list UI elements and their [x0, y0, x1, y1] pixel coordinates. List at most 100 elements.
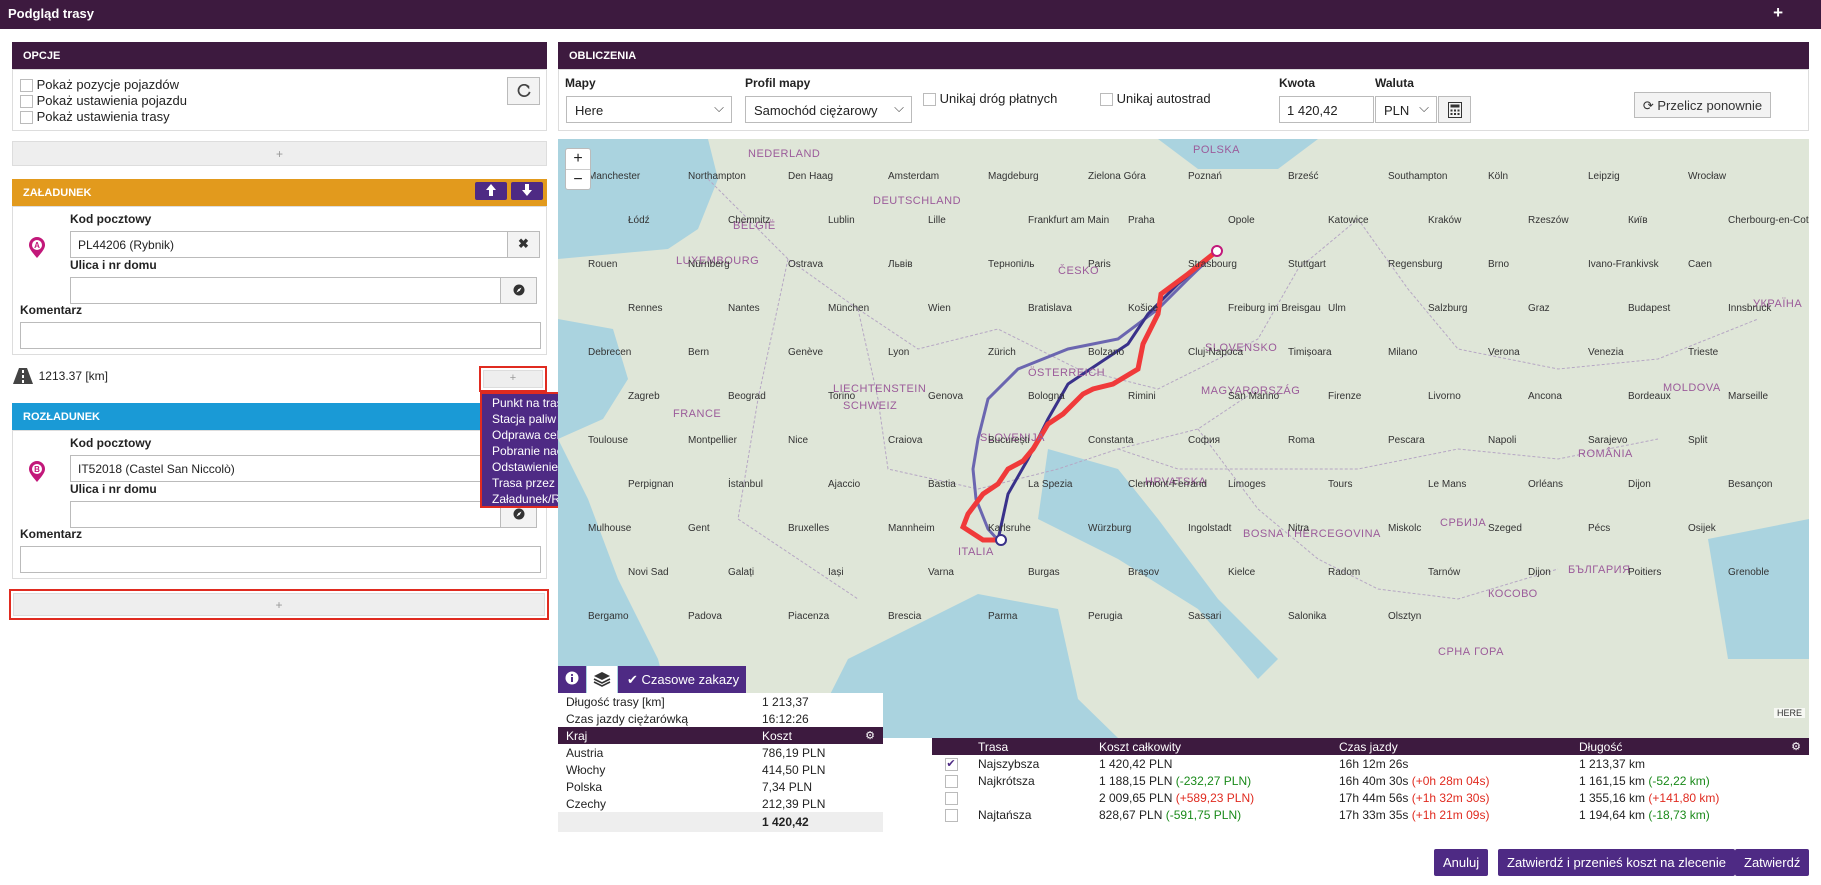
city-label: Ingolstadt: [1188, 523, 1232, 534]
confirm-button[interactable]: Zatwierdź: [1735, 849, 1810, 876]
move-up-button[interactable]: [475, 182, 507, 200]
city-label: Beograd: [728, 391, 766, 402]
street-input[interactable]: [70, 501, 514, 528]
city-label: Gent: [688, 523, 710, 534]
time-restrictions-tab[interactable]: ✔ Czasowe zakazy: [618, 666, 746, 693]
currency-select[interactable]: PLN ⌵: [1375, 96, 1437, 123]
cancel-button[interactable]: Anuluj: [1434, 849, 1489, 876]
route-row[interactable]: ✔ Najszybsza 1 420,42 PLN 16h 12m 26s 1 21…: [932, 755, 1809, 772]
city-label: Orléans: [1528, 479, 1563, 490]
maps-select[interactable]: Here ⌵: [566, 96, 732, 123]
city-label: Frankfurt am Main: [1028, 215, 1109, 226]
option-vehicle-settings[interactable]: Pokaż ustawienia pojazdu: [20, 93, 187, 109]
table-row: Włochy 414,50 PLN: [566, 762, 826, 777]
city-label: Bern: [688, 347, 709, 358]
city-label: San Marino: [1228, 391, 1280, 402]
comment-input[interactable]: [20, 322, 541, 349]
postal-input[interactable]: IT52018 (Castel San Niccolò): [70, 455, 519, 482]
checkbox[interactable]: [923, 93, 936, 107]
checkbox[interactable]: [20, 95, 33, 109]
city-label: Toulouse: [588, 435, 628, 446]
route-summary: Długość trasy [km] 1 213,37 Czas jazdy ci…: [558, 693, 883, 837]
option-route-settings[interactable]: Pokaż ustawienia trasy: [20, 109, 187, 125]
map-canvas[interactable]: NEDERLANDDEUTSCHLANDPOLSKABELGIËLUXEMBOU…: [558, 139, 1809, 738]
option-vehicle-positions[interactable]: Pokaż pozycje pojazdów: [20, 77, 187, 93]
info-tab[interactable]: [558, 666, 586, 693]
layers-icon: [593, 672, 611, 687]
route-length: 1 161,15 km (-52,22 km): [1579, 773, 1710, 788]
page-title: Podgląd trasy: [8, 6, 94, 21]
recalculate-button[interactable]: ⟳ Przelicz ponownie: [1634, 92, 1771, 118]
city-label: Bordeaux: [1628, 391, 1671, 402]
amount-input[interactable]: 1 420,42: [1279, 96, 1374, 123]
city-label: Köln: [1488, 171, 1508, 182]
comment-input[interactable]: [20, 546, 541, 573]
unloading-title: ROZŁADUNEK: [23, 411, 100, 423]
confirm-transfer-button[interactable]: Zatwierdź i przenieś koszt na zlecenie: [1498, 849, 1735, 876]
route-row[interactable]: 2 009,65 PLN (+589,23 PLN) 17h 44m 56s (+…: [932, 789, 1809, 806]
city-label: Nürnberg: [688, 259, 730, 270]
city-label: Stuttgart: [1288, 259, 1326, 270]
city-label: Zagreb: [628, 391, 660, 402]
gear-icon[interactable]: ⚙: [1791, 740, 1801, 753]
zoom-out-button[interactable]: −: [566, 169, 590, 190]
avoid-tolls-option[interactable]: Unikaj dróg płatnych: [923, 91, 1057, 107]
city-label: Livorno: [1428, 391, 1461, 402]
end-marker[interactable]: [995, 534, 1007, 546]
city-label: Graz: [1528, 303, 1550, 314]
city-label: Marseille: [1728, 391, 1768, 402]
gear-icon[interactable]: ⚙: [865, 729, 875, 742]
length-col-header: Długość ⚙: [1579, 739, 1801, 754]
checkbox[interactable]: [20, 79, 33, 93]
refresh-button[interactable]: [507, 77, 540, 105]
compass-icon: [513, 508, 524, 520]
locate-button[interactable]: [500, 277, 537, 304]
city-label: Ivano-Frankivsk: [1588, 259, 1660, 270]
route-map[interactable]: NEDERLAND DEUTSCHLAND POLSKA BELGIË LUXEMBOU…: [558, 139, 1809, 738]
start-marker[interactable]: [1211, 245, 1223, 257]
route-checkbox[interactable]: [944, 791, 958, 805]
profile-select[interactable]: Samochód ciężarowy ⌵: [745, 96, 912, 123]
english-channel: [558, 319, 628, 439]
move-down-button[interactable]: [511, 182, 543, 200]
city-label: Bolzano: [1088, 347, 1125, 358]
city-label: București: [988, 435, 1030, 446]
postal-label: Kod pocztowy: [70, 212, 152, 226]
city-label: Pescara: [1388, 435, 1425, 446]
add-section-button[interactable]: +: [12, 141, 547, 166]
city-label: Padova: [688, 611, 722, 622]
checkbox[interactable]: [20, 111, 33, 125]
route-row[interactable]: Najtańsza 828,67 PLN (-591,75 PLN) 17h 33m…: [932, 806, 1809, 823]
city-label: Innsbruck: [1728, 303, 1772, 314]
calculator-button[interactable]: [1438, 96, 1471, 123]
avoid-highways-option[interactable]: Unikaj autostrad: [1100, 91, 1211, 107]
city-label: Rouen: [588, 259, 617, 270]
street-input[interactable]: [70, 277, 514, 304]
city-label: Opole: [1228, 215, 1255, 226]
time-label: Czas jazdy ciężarówką: [566, 711, 689, 726]
clear-postal-button[interactable]: ✖: [507, 231, 540, 258]
checkbox[interactable]: [1100, 93, 1113, 107]
city-label: Wrocław: [1688, 171, 1727, 182]
route-checkbox[interactable]: [944, 808, 958, 822]
city-label: Caen: [1688, 259, 1712, 270]
postal-input[interactable]: PL44206 (Rybnik): [70, 231, 519, 258]
route-row[interactable]: Najkrótsza 1 188,15 PLN (-232,27 PLN) 16h …: [932, 772, 1809, 789]
city-label: Torino: [828, 391, 856, 402]
city-label: Bastia: [928, 479, 956, 490]
maps-label: Mapy: [565, 76, 596, 90]
city-label: Львів: [888, 259, 913, 270]
country-label: ITALIA: [958, 546, 994, 558]
add-waypoint-button[interactable]: +: [483, 370, 543, 388]
city-label: Praha: [1128, 215, 1155, 226]
zoom-in-button[interactable]: +: [566, 149, 590, 169]
expand-button[interactable]: +: [1773, 3, 1783, 23]
layers-tab[interactable]: [587, 666, 617, 693]
city-label: Napoli: [1488, 435, 1516, 446]
country-label: ÖSTERREICH: [1028, 367, 1105, 379]
route-checkbox[interactable]: [944, 774, 958, 788]
route-checkbox[interactable]: ✔: [944, 757, 958, 771]
city-label: Brescia: [888, 611, 922, 622]
cost-col-header: Koszt całkowity: [1099, 739, 1182, 754]
add-stop-button[interactable]: +: [13, 593, 545, 616]
